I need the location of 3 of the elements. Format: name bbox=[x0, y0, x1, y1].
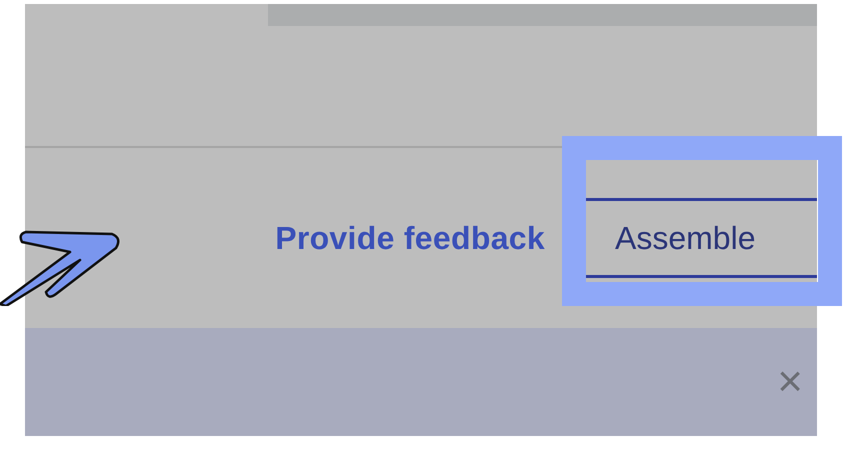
feedback-link[interactable]: Provide feedback bbox=[275, 214, 545, 262]
close-button[interactable]: × bbox=[777, 360, 803, 404]
assemble-button[interactable]: Assemble bbox=[585, 198, 817, 278]
